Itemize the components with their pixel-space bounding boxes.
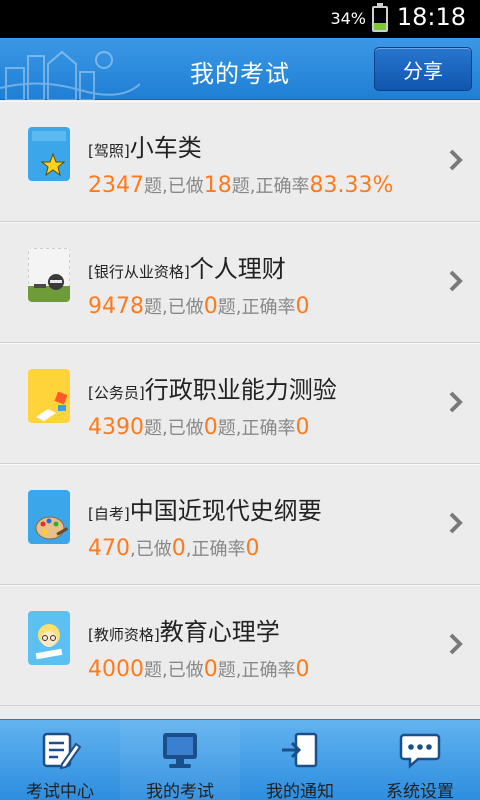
accuracy-rate: 0 — [245, 536, 260, 561]
nav-system-settings[interactable]: 系统设置 — [360, 720, 480, 800]
clock: 18:18 — [396, 3, 466, 31]
exam-name: 小车类 — [129, 134, 202, 162]
nav-label: 系统设置 — [386, 782, 454, 800]
accuracy-rate: 0 — [295, 415, 310, 440]
battery-percent: 34% — [330, 9, 366, 28]
done-unit: 题,正确率 — [231, 176, 310, 197]
accuracy-rate: 0 — [295, 657, 310, 682]
exam-list-item[interactable]: [自考]中国近现代史纲要 470,已做0,正确率0 — [0, 464, 480, 585]
questions-done: 18 — [203, 173, 232, 198]
status-bar: 34% 18:18 — [0, 0, 480, 38]
question-total: 4000 — [88, 657, 144, 682]
question-total: 4390 — [88, 415, 144, 440]
exam-category: [公务员] — [88, 384, 145, 402]
settings-chat-icon — [399, 733, 441, 769]
monitor-icon — [163, 733, 197, 768]
exam-name: 个人理财 — [189, 255, 286, 283]
accuracy-rate: 83.33% — [309, 173, 394, 198]
nav-label: 我的考试 — [146, 782, 214, 800]
chevron-right-icon — [449, 512, 463, 534]
nav-my-notifications[interactable]: 我的通知 — [240, 720, 360, 800]
chevron-right-icon — [449, 149, 463, 171]
exam-list: [驾照]小车类 2347题,已做18题,正确率83.33% [银行从业资格]个人… — [0, 101, 480, 706]
exam-name: 行政职业能力测验 — [144, 376, 337, 404]
notification-icon — [282, 732, 318, 768]
nav-label: 我的通知 — [266, 782, 334, 800]
questions-done: 0 — [203, 294, 218, 319]
total-unit: 题,已做 — [144, 660, 204, 681]
exam-list-item[interactable]: [教师资格]教育心理学 4000题,已做0题,正确率0 — [0, 585, 480, 706]
done-unit: 题,正确率 — [217, 418, 296, 439]
question-total: 2347 — [88, 173, 144, 198]
exam-name: 教育心理学 — [159, 618, 280, 646]
done-unit: ,正确率 — [185, 539, 246, 560]
question-total: 9478 — [88, 294, 144, 319]
total-unit: ,已做 — [130, 539, 172, 560]
exam-center-icon — [42, 732, 82, 770]
palette-card-icon — [28, 490, 70, 544]
exam-list-item[interactable]: [银行从业资格]个人理财 9478题,已做0题,正确率0 — [0, 222, 480, 343]
accuracy-rate: 0 — [295, 294, 310, 319]
title-bar: 我的考试 分享 — [0, 38, 480, 100]
exam-category: [教师资格] — [88, 626, 160, 644]
chevron-right-icon — [449, 391, 463, 413]
star-card-icon — [28, 127, 70, 181]
bottom-nav: 考试中心 我的考试 我的通知 系统设置 — [0, 719, 480, 800]
questions-done: 0 — [203, 415, 218, 440]
nav-exam-center[interactable]: 考试中心 — [0, 720, 120, 800]
exam-list-item[interactable]: [驾照]小车类 2347题,已做18题,正确率83.33% — [0, 101, 480, 222]
done-unit: 题,正确率 — [217, 297, 296, 318]
total-unit: 题,已做 — [144, 418, 204, 439]
exam-category: [银行从业资格] — [88, 263, 190, 281]
exam-list-item[interactable]: [公务员]行政职业能力测验 4390题,已做0题,正确率0 — [0, 343, 480, 464]
pencil-card-icon — [28, 369, 70, 423]
chevron-right-icon — [449, 633, 463, 655]
ninja-card-icon — [28, 248, 70, 302]
nav-label: 考试中心 — [26, 782, 94, 800]
question-total: 470 — [88, 536, 130, 561]
exam-category: [自考] — [88, 505, 130, 523]
exam-name: 中国近现代史纲要 — [129, 497, 322, 525]
total-unit: 题,已做 — [144, 297, 204, 318]
nav-my-exams[interactable]: 我的考试 — [120, 720, 240, 800]
chevron-right-icon — [449, 270, 463, 292]
done-unit: 题,正确率 — [217, 660, 296, 681]
questions-done: 0 — [171, 536, 186, 561]
exam-category: [驾照] — [88, 142, 130, 160]
share-button[interactable]: 分享 — [374, 47, 472, 91]
questions-done: 0 — [203, 657, 218, 682]
total-unit: 题,已做 — [144, 176, 204, 197]
battery-icon — [372, 3, 388, 32]
teacher-card-icon — [28, 611, 70, 665]
